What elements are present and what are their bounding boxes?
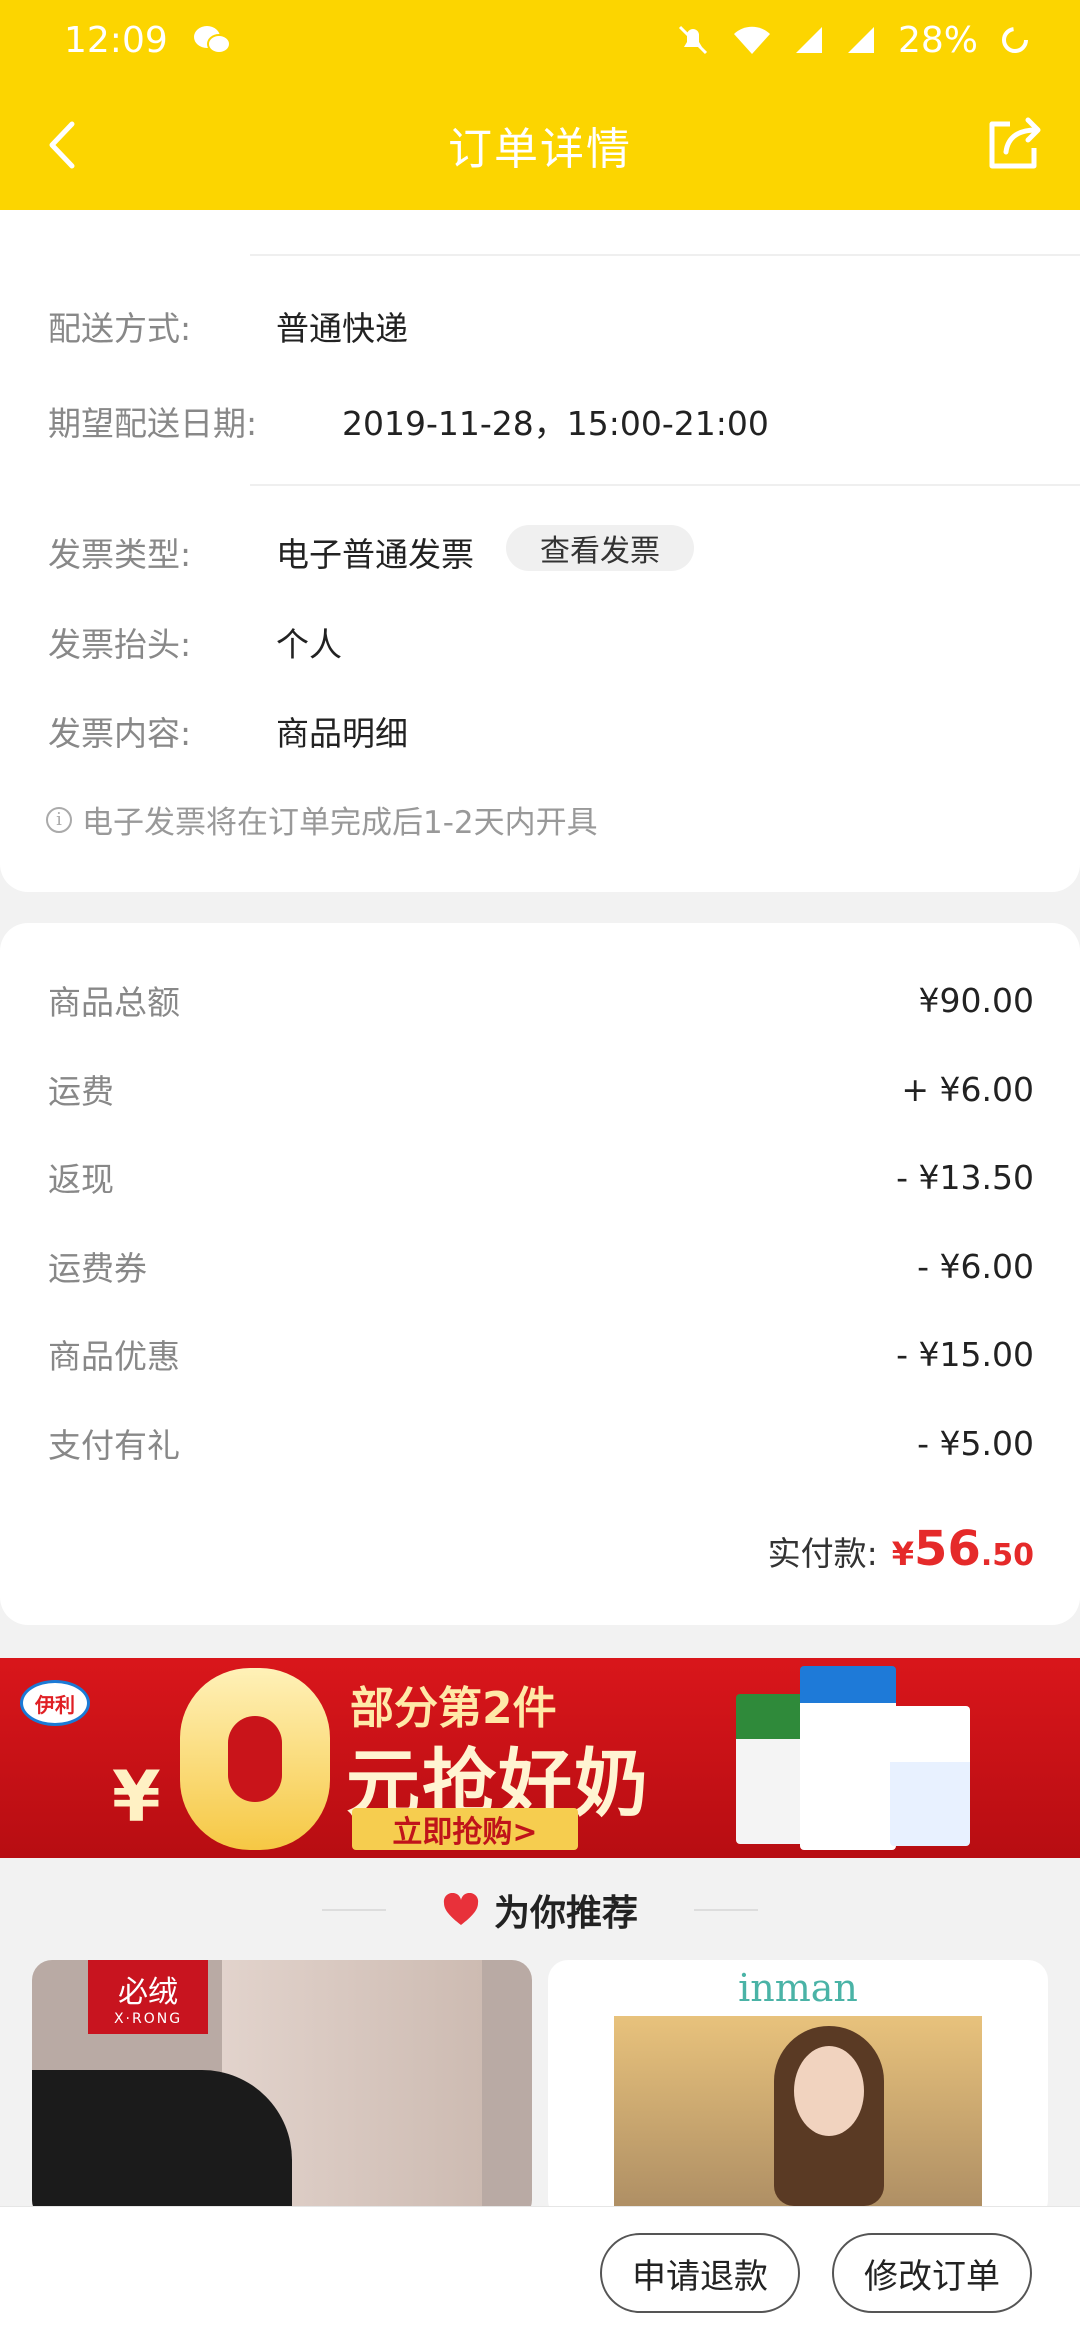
zero-graphic [180,1668,330,1850]
paid-currency: ¥ [891,1535,915,1573]
invoice-content-value: 商品明细 [276,714,408,753]
paid-label: 实付款: [767,1534,878,1573]
brand-logo: 必绒 X·RONG [88,1960,208,2034]
divider [250,254,1080,256]
fee-label: 运费券 [48,1249,147,1288]
recommend-header: 为你推荐 [0,1880,1080,1940]
paid-decimal: .50 [980,1538,1034,1573]
invoice-content-label: 发票内容: [48,714,192,753]
product-image [614,2016,982,2220]
fee-row: 运费券 - ¥6.00 [48,1236,1034,1296]
refund-button[interactable]: 申请退款 [600,2233,800,2313]
fee-row: 返现 - ¥13.50 [48,1147,1034,1207]
delivery-date-value: 2019-11-28，15:00-21:00 [342,404,769,443]
heart-icon [443,1893,479,1925]
fee-value: - ¥15.00 [896,1334,1034,1374]
share-icon[interactable] [980,108,1050,178]
delivery-method-label: 配送方式: [48,309,192,348]
info-icon: i [46,806,72,833]
signal-icon-2 [847,27,874,53]
milk-carton-image [890,1706,970,1846]
fee-label: 运费 [48,1072,114,1111]
fee-row: 商品总额 ¥90.00 [48,970,1034,1030]
wifi-icon [733,26,770,54]
brand-logo: inman [738,1966,858,2010]
price-summary-card: 商品总额 ¥90.00 运费 + ¥6.00 返现 - ¥13.50 运费券 -… [0,923,1080,1625]
fee-label: 返现 [48,1160,114,1199]
fee-row: 支付有礼 - ¥5.00 [48,1413,1034,1473]
banner-cta-button[interactable]: 立即抢购> [352,1808,578,1850]
invoice-title-value: 个人 [276,625,342,664]
paid-integer: 56 [914,1521,981,1577]
delivery-method-value: 普通快递 [276,309,408,348]
invoice-type-value: 电子普通发票 [276,535,474,574]
fee-value: - ¥13.50 [896,1157,1034,1197]
invoice-note: i 电子发票将在订单完成后1-2天内开具 [46,797,598,842]
page-title: 订单详情 [448,124,632,175]
invoice-note-text: 电子发票将在订单完成后1-2天内开具 [82,805,598,841]
paid-total: 实付款: ¥ 56 .50 [768,1521,1034,1577]
divider [250,484,1080,486]
battery-icon [1002,27,1028,53]
modify-order-button[interactable]: 修改订单 [832,2233,1032,2313]
promo-banner[interactable]: 伊利 ¥ 部分第2件 元抢好奶 立即抢购> [0,1658,1080,1858]
milk-carton-image [800,1666,896,1850]
recommend-card[interactable]: 必绒 X·RONG [32,1960,532,2220]
view-invoice-button[interactable]: 查看发票 [506,525,694,571]
brand-name: 必绒 [118,1975,178,2010]
delivery-date-label: 期望配送日期: [48,404,258,443]
wechat-icon [193,26,231,54]
invoice-title-label: 发票抬头: [48,625,192,664]
brand-logo: 伊利 [20,1680,90,1726]
divider [321,1909,386,1911]
battery-percent: 28% [897,19,978,61]
divider [694,1909,758,1911]
banner-yen: ¥ [112,1756,161,1838]
fee-row: 商品优惠 - ¥15.00 [48,1324,1034,1384]
fee-row: 运费 + ¥6.00 [48,1059,1034,1119]
status-bar: 12:09 28% [0,0,1080,80]
recommend-title: 为你推荐 [493,1893,638,1934]
bottom-action-bar: 申请退款 修改订单 [0,2206,1080,2340]
order-info-card: 配送方式: 普通快递 期望配送日期: 2019-11-28，15:00-21:0… [0,210,1080,892]
mute-bell-icon [678,25,708,55]
fee-value: + ¥6.00 [901,1069,1034,1109]
fee-value: ¥90.00 [918,980,1034,1020]
fee-label: 商品总额 [48,983,180,1022]
fee-label: 支付有礼 [48,1426,180,1465]
signal-icon [795,27,822,53]
fee-value: - ¥5.00 [917,1423,1034,1463]
fee-label: 商品优惠 [48,1337,180,1376]
brand-sub: X·RONG [113,2011,183,2027]
app-bar: 订单详情 [0,80,1080,210]
invoice-type-label: 发票类型: [48,535,192,574]
recommend-card[interactable]: inman [548,1960,1048,2220]
product-image [794,2046,864,2136]
status-time: 12:09 [64,19,168,61]
fee-value: - ¥6.00 [917,1246,1034,1286]
milk-carton-image [736,1694,808,1844]
product-image [32,2070,292,2220]
